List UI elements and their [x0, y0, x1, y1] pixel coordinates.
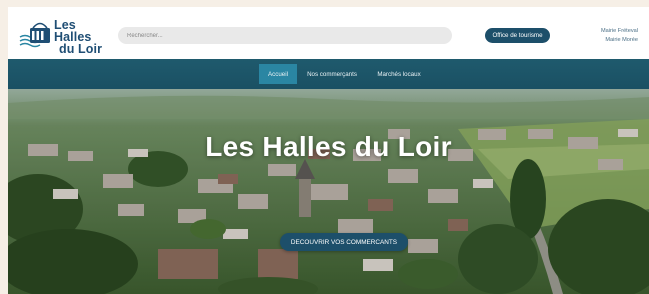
hero-banner: Les Halles du Loir DECOUVRIR VOS COMMERC…	[8, 89, 649, 294]
discover-merchants-button[interactable]: DECOUVRIR VOS COMMERCANTS	[280, 233, 408, 251]
brand-name: Les Halles du Loir	[54, 18, 108, 56]
brand-line-2: du Loir	[59, 42, 103, 56]
site-logo[interactable]: Les Halles du Loir	[18, 15, 108, 55]
search-input[interactable]	[118, 27, 452, 44]
village-aerial-image	[8, 89, 649, 294]
site-header: Les Halles du Loir Office de tourisme Ma…	[8, 7, 649, 59]
nav-item-accueil[interactable]: Accueil	[259, 64, 297, 84]
mairie-links: Mairie Fréteval Mairie Morée	[568, 27, 638, 45]
nav-item-marches-locaux[interactable]: Marchés locaux	[369, 64, 429, 84]
mairie-moree-link[interactable]: Mairie Morée	[568, 36, 638, 45]
main-nav: Accueil Nos commerçants Marchés locaux	[8, 59, 649, 89]
market-basket-icon	[19, 22, 50, 48]
mairie-freteval-link[interactable]: Mairie Fréteval	[568, 27, 638, 36]
office-tourisme-button[interactable]: Office de tourisme	[485, 28, 550, 43]
nav-item-nos-commercants[interactable]: Nos commerçants	[302, 64, 362, 84]
brand-line-1: Les Halles	[54, 18, 92, 44]
page-frame: Les Halles du Loir Office de tourisme Ma…	[8, 7, 649, 294]
hero-title: Les Halles du Loir	[205, 131, 452, 162]
